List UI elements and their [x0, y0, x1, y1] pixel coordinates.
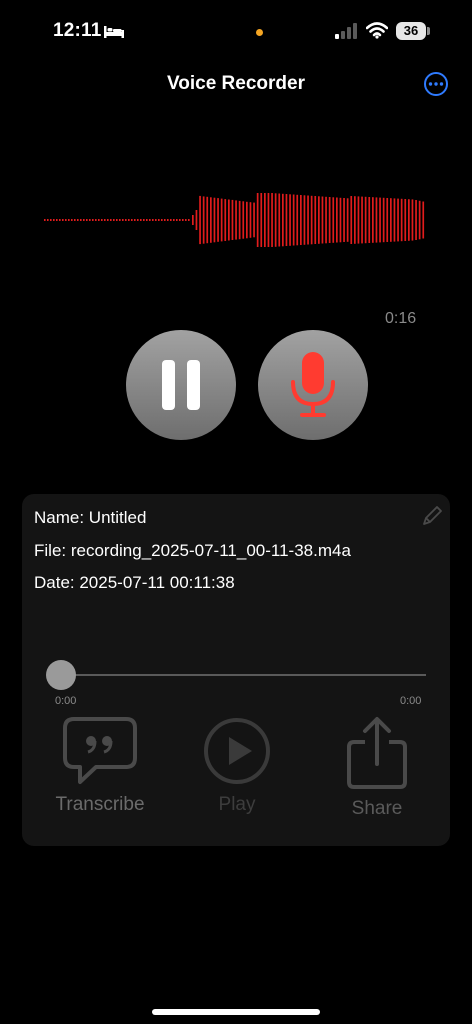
playback-slider-track[interactable]	[60, 674, 426, 676]
elapsed-time: 0:16	[385, 310, 417, 327]
status-time: 12:11	[53, 20, 102, 41]
privacy-indicator-dot	[256, 29, 263, 36]
play-button[interactable]: Play	[177, 716, 297, 816]
transcribe-button[interactable]: Transcribe	[40, 716, 160, 816]
home-indicator[interactable]	[152, 1009, 320, 1015]
playback-duration: 0:00	[400, 695, 422, 707]
playback-slider-thumb[interactable]	[46, 660, 76, 690]
ellipsis-circle-icon	[428, 82, 444, 86]
recording-file: File: recording_2025-07-11_00-11-38.m4a	[34, 541, 351, 560]
more-options-button[interactable]	[424, 72, 448, 96]
battery-level: 36	[396, 22, 426, 40]
pause-button[interactable]	[126, 330, 236, 440]
share-icon	[347, 717, 407, 789]
recording-info-card: Name: Untitled File: recording_2025-07-1…	[22, 494, 450, 846]
battery-nub	[427, 27, 430, 35]
recording-name: Name: Untitled	[34, 508, 147, 527]
microphone-icon	[291, 352, 335, 417]
wifi-icon	[366, 22, 388, 39]
quote-bubble-icon	[63, 717, 137, 784]
cellular-signal-icon	[335, 23, 357, 39]
share-label: Share	[351, 798, 403, 819]
recording-date: Date: 2025-07-11 00:11:38	[34, 573, 235, 592]
voice-recorder-screen: 12:11 36 Voice Recorder 0:16 Name: Untit…	[0, 0, 472, 1024]
audio-waveform	[44, 193, 425, 247]
transcribe-label: Transcribe	[55, 794, 145, 815]
play-circle-icon	[204, 718, 270, 784]
sleep-bed-icon	[104, 26, 124, 38]
play-label: Play	[218, 794, 256, 815]
pencil-edit-icon[interactable]	[420, 504, 444, 528]
record-button[interactable]	[258, 330, 368, 440]
page-title: Voice Recorder	[167, 73, 305, 94]
share-button[interactable]: Share	[317, 716, 437, 820]
playback-position: 0:00	[55, 695, 77, 707]
